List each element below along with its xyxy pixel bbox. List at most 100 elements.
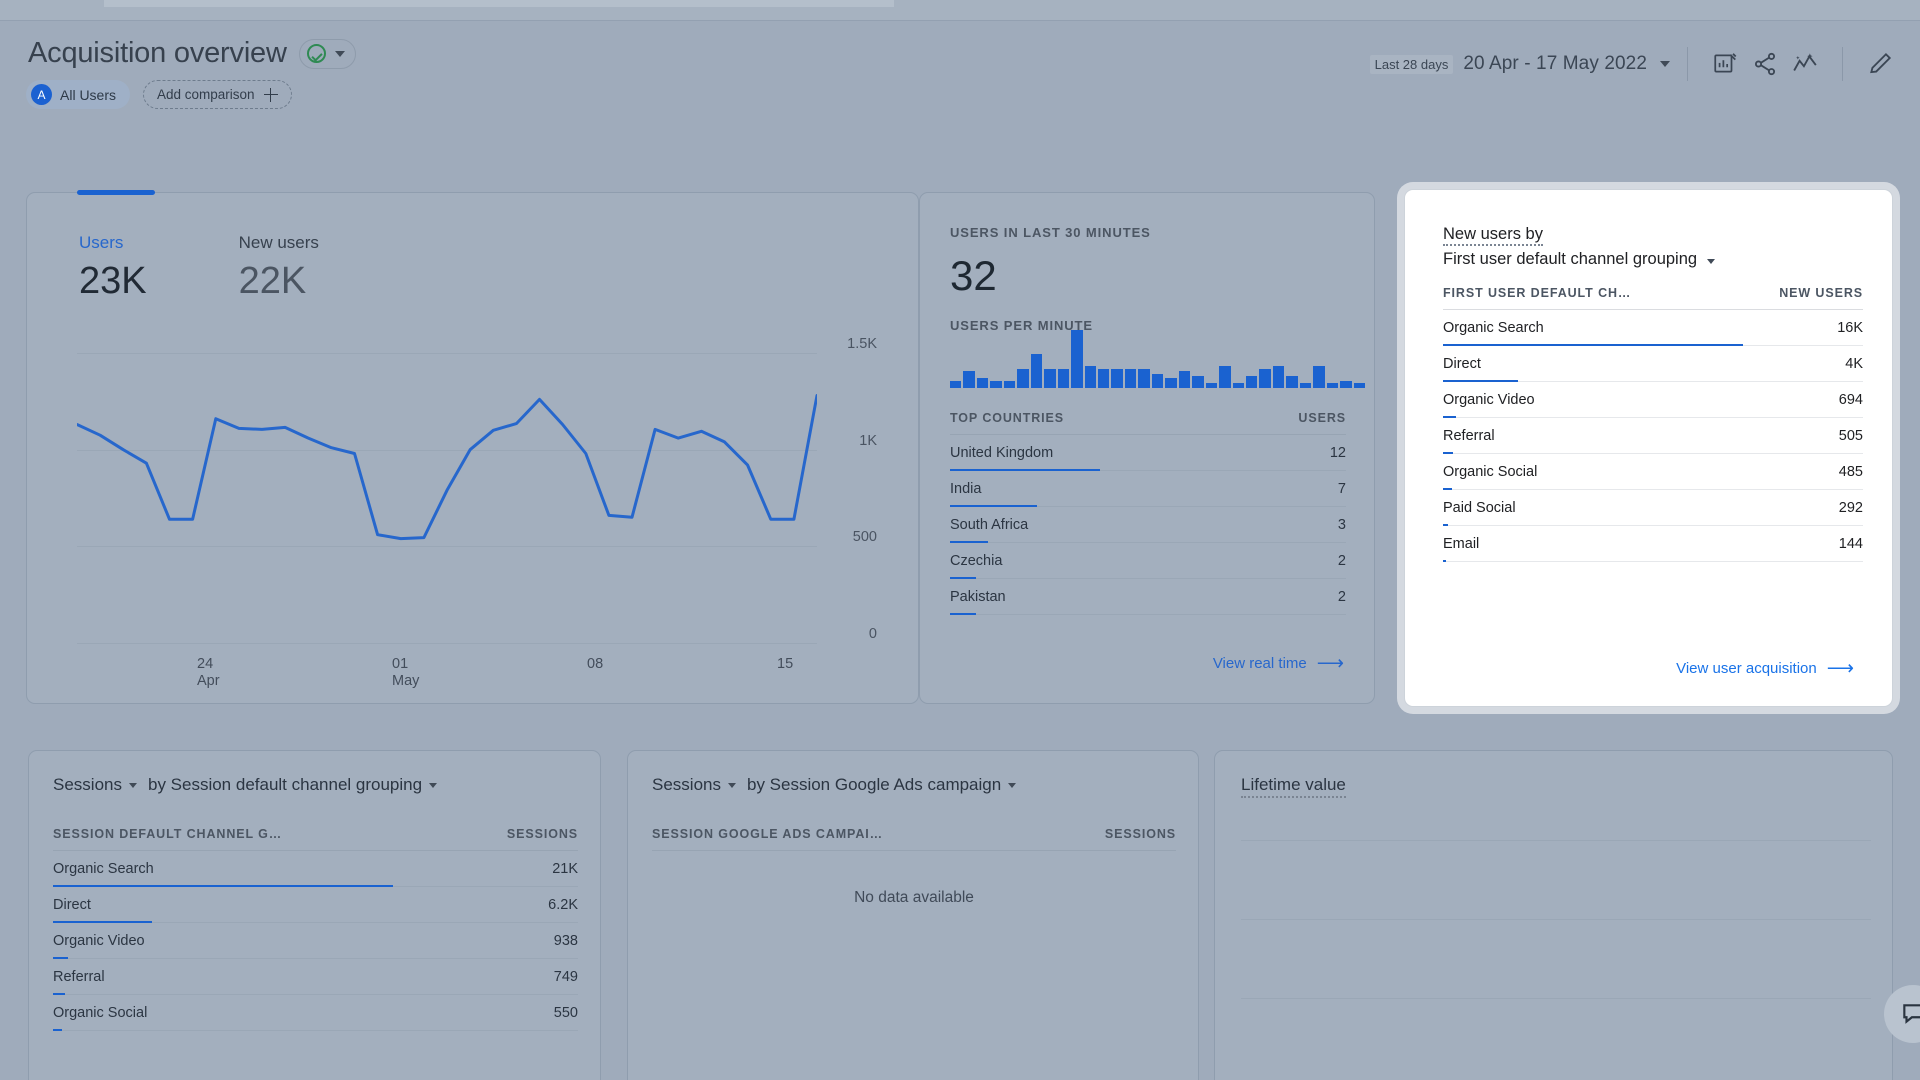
report-status-chip[interactable]	[298, 38, 356, 69]
users-last-30-min-label: USERS IN LAST 30 MINUTES	[950, 225, 1151, 240]
table-cell-dimension: Organic Video	[1443, 391, 1535, 408]
metric-label: Users	[79, 233, 124, 252]
sparkline-bar	[1003, 380, 1016, 388]
comparison-chips-row: A All Users Add comparison	[26, 80, 292, 109]
sparkline-bar	[1057, 368, 1070, 388]
table-row[interactable]: Email 144	[1443, 526, 1863, 562]
chevron-down-icon[interactable]	[1660, 61, 1670, 67]
metric-value: 22K	[238, 260, 307, 302]
table-cell-metric: 749	[553, 968, 578, 985]
table-row[interactable]: Direct 4K	[1443, 346, 1863, 382]
table-cell-dimension: India	[950, 480, 982, 497]
date-range-value[interactable]: 20 Apr - 17 May 2022	[1463, 53, 1647, 75]
chevron-down-icon[interactable]	[1706, 259, 1715, 264]
arrow-right-icon: ⟶	[1826, 658, 1854, 679]
new-users-by-channel-card[interactable]: New users by First user default channel …	[1404, 189, 1893, 707]
chip-all-users[interactable]: A All Users	[26, 80, 131, 109]
row-bar	[1443, 559, 1446, 562]
chevron-down-icon[interactable]	[727, 782, 736, 788]
sparkline-bar	[950, 380, 962, 388]
gridline	[1241, 998, 1871, 999]
chevron-down-icon[interactable]	[334, 50, 345, 57]
divider	[1842, 47, 1843, 81]
metric-tab-users[interactable]: Users 23K	[79, 233, 147, 303]
sparkline-bar	[1151, 373, 1164, 388]
sparkline-bar	[990, 380, 1002, 388]
dimension-selector-label[interactable]: by Session Google Ads campaign	[747, 775, 1001, 795]
sparkline-bar	[1017, 368, 1029, 388]
sparkline-bar	[1138, 368, 1150, 388]
trends-icon[interactable]	[1785, 44, 1825, 84]
line-chart-path	[77, 394, 817, 541]
add-comparison-button[interactable]: Add comparison	[143, 80, 292, 109]
sparkline-bar	[1219, 366, 1231, 388]
y-axis-tick-label: 500	[852, 529, 877, 546]
table-row[interactable]: United Kingdom 12	[950, 435, 1346, 471]
table-cell-dimension: Organic Social	[1443, 463, 1538, 480]
sparkline-bar	[1286, 375, 1298, 388]
table-row[interactable]: Organic Search 16K	[1443, 310, 1863, 346]
no-data-message: No data available	[854, 889, 974, 906]
table-row[interactable]: Organic Social 485	[1443, 454, 1863, 490]
table-cell-metric: 21K	[552, 860, 578, 877]
sparkline-bar	[976, 378, 989, 388]
metric-selector-label[interactable]: Sessions	[53, 775, 122, 795]
sparkline-bar	[1030, 354, 1043, 388]
table-row[interactable]: Czechia 2	[950, 543, 1346, 579]
dimension-selector-label[interactable]: by Session default channel grouping	[148, 775, 422, 795]
lifetime-value-card: Lifetime value	[1214, 750, 1893, 1080]
gridline	[1241, 919, 1871, 920]
metric-selector-label[interactable]: Sessions	[652, 775, 721, 795]
widget-title-metric[interactable]: New users by	[1443, 225, 1543, 246]
sparkline-bar	[1124, 368, 1137, 388]
x-axis-labels: 24 Apr 01 May 08 15	[77, 656, 877, 706]
insights-icon[interactable]	[1705, 44, 1745, 84]
table-row[interactable]: Organic Video 694	[1443, 382, 1863, 418]
table-row[interactable]: Paid Social 292	[1443, 490, 1863, 526]
table-cell-dimension: Referral	[53, 968, 105, 985]
sessions-channel-table-rows: Organic Search 21K Direct 6.2K Organic Video…	[53, 851, 578, 1031]
page-title: Acquisition overview	[28, 37, 287, 69]
view-real-time-link[interactable]: View real time ⟶	[1213, 654, 1344, 673]
table-row[interactable]: India 7	[950, 471, 1346, 507]
top-strip-highlight	[104, 0, 894, 7]
table-row[interactable]: Direct 6.2K	[53, 887, 578, 923]
column-header-dimension: SESSION GOOGLE ADS CAMPAI…	[652, 827, 884, 841]
metric-tab-new-users[interactable]: New users 22K	[239, 233, 319, 303]
check-circle-icon	[306, 44, 326, 63]
table-row[interactable]: Referral 505	[1443, 418, 1863, 454]
sparkline-bar	[1044, 368, 1056, 388]
view-user-acquisition-link[interactable]: View user acquisition ⟶	[1676, 659, 1854, 678]
view-user-acquisition-label: View user acquisition	[1676, 660, 1817, 677]
table-row[interactable]: Organic Search 21K	[53, 851, 578, 887]
table-cell-dimension: Direct	[1443, 355, 1481, 372]
sparkline-bar	[963, 371, 975, 388]
edit-icon[interactable]	[1860, 44, 1900, 84]
y-axis-tick-label: 1K	[859, 432, 877, 449]
sparkline-bar	[1111, 368, 1123, 388]
table-row[interactable]: Pakistan 2	[950, 579, 1346, 615]
table-row[interactable]: Referral 749	[53, 959, 578, 995]
chevron-down-icon[interactable]	[128, 782, 137, 788]
widget-title-dimension[interactable]: First user default channel grouping	[1443, 250, 1697, 268]
lifetime-value-title[interactable]: Lifetime value	[1241, 775, 1346, 798]
chevron-down-icon[interactable]	[429, 782, 438, 788]
date-range-badge: Last 28 days	[1369, 54, 1454, 74]
metric-value: 23K	[79, 260, 147, 302]
sparkline-bar	[1340, 380, 1352, 388]
x-axis-tick-label: 24 Apr	[197, 656, 220, 689]
table-cell-metric: 2	[1337, 588, 1346, 605]
share-icon[interactable]	[1745, 44, 1785, 84]
plus-icon	[263, 87, 278, 102]
users-line-chart[interactable]: 0 500 1K 1.5K	[77, 336, 877, 648]
table-cell-dimension: Organic Video	[53, 932, 145, 949]
table-row[interactable]: Organic Video 938	[53, 923, 578, 959]
metric-label: New users	[238, 233, 319, 252]
table-row[interactable]: South Africa 3	[950, 507, 1346, 543]
chevron-down-icon[interactable]	[1008, 782, 1017, 788]
sparkline-bar	[1245, 375, 1258, 388]
table-cell-metric: 144	[1838, 535, 1863, 552]
table-cell-dimension: Pakistan	[950, 588, 1006, 605]
table-row[interactable]: Organic Social 550	[53, 995, 578, 1031]
active-metric-indicator	[77, 190, 155, 195]
